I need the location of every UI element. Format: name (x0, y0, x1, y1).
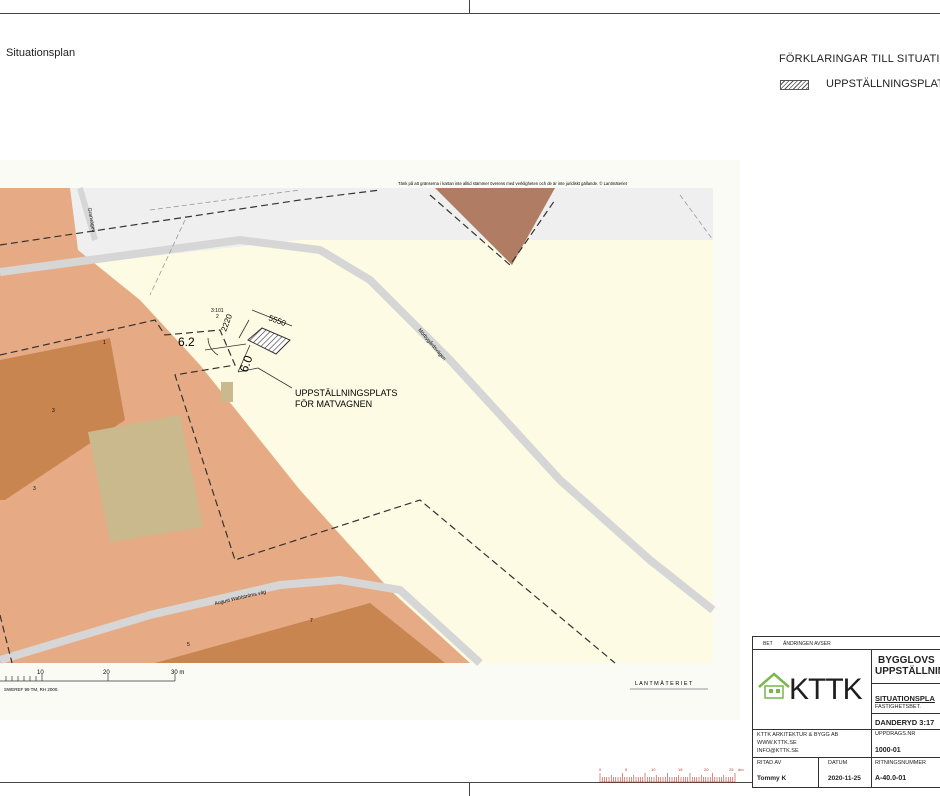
company-name: KTTK ARKITEKTUR & BYGG AB (757, 732, 839, 738)
company-info-cell: KTTK ARKITEKTUR & BYGG AB WWW.KTTK.SE IN… (753, 729, 872, 758)
bottom-row: RITAD AV Tommy K DATUM 2020-11-25 RITNIN… (753, 757, 940, 788)
scale-tick-10: 10 (37, 670, 44, 676)
ruler-label: 5 (625, 767, 628, 772)
company-email: INFO@KTTK.SE (757, 748, 799, 754)
ruler-label: 20 (704, 767, 709, 772)
house-icon (758, 672, 790, 699)
parcel-label: 1 (103, 340, 106, 346)
sheet-title: Situationsplan (6, 47, 76, 59)
scale-tick-20: 20 (103, 670, 110, 676)
drawing-name: SITUATIONSPLA (875, 694, 935, 703)
datum-label: DATUM (828, 760, 848, 766)
uppdrag-label: UPPDRAGS.NR (875, 731, 916, 737)
ritad-cell: RITAD AV Tommy K (753, 758, 819, 788)
project-cell: BYGGLOVS UPPSTÄLLNIN (871, 649, 940, 684)
ruler-label: 0 (599, 767, 602, 772)
ruler-label: 10 (651, 767, 656, 772)
legend-item-label: UPPSTÄLLNINGSPLATS (826, 78, 940, 90)
ruler-label: 25 (729, 767, 734, 772)
ritningsnr-cell: RITNINGSNUMMER A-40.0-01 (871, 758, 940, 788)
company-web: WWW.KTTK.SE (757, 740, 797, 746)
sheet-center-mark (469, 0, 470, 13)
uppdrag-value: 1000-01 (875, 747, 901, 754)
dim-dist-left: 6.2 (178, 335, 195, 349)
datum-value: 2020-11-25 (828, 775, 861, 782)
scale-bar: 10 20 30 m SWEREF 99 TM, RH 2000. (0, 670, 184, 692)
parcel-label: 7 (310, 618, 313, 624)
parcel-label: 5 (187, 642, 190, 648)
small-structure (221, 382, 233, 402)
ritningsnr-label: RITNINGSNUMMER (875, 760, 927, 766)
parcel-label: 3 (33, 486, 36, 492)
map-disclaimer: Tänk på att gränserna i kartan inte allt… (398, 181, 628, 186)
sheet-center-mark-bottom (469, 782, 470, 796)
annotation-line-1: UPPSTÄLLNINGSPLATS (295, 388, 397, 398)
legend-title: FÖRKLARINGAR TILL SITUATION (779, 53, 940, 65)
rev-andring: ÄNDRINGEN AVSER (783, 641, 831, 647)
rev-bet: BET (763, 641, 773, 647)
ruler-label: 15 (678, 767, 683, 772)
ritningsnr-value: A-40.0-01 (875, 775, 907, 782)
fastighet-label: FASTIGHETSBET. (875, 704, 921, 710)
uppdrag-cell: UPPDRAGS.NR 1000-01 (871, 729, 940, 757)
parcel-label: 3 (52, 408, 55, 414)
ruler-unit: dm (738, 767, 744, 772)
drawing-cell: SITUATIONSPLA FASTIGHETSBET. (871, 683, 940, 714)
project-line-2: UPPSTÄLLNIN (875, 666, 940, 677)
title-block: BET ÄNDRINGEN AVSER KTTK BYGGLOVS UPPSTÄ… (752, 636, 940, 788)
ritad-label: RITAD AV (757, 760, 782, 766)
fastighet-cell: DANDERYD 3:17 (871, 713, 940, 730)
project-line-1: BYGGLOVS (878, 655, 935, 666)
company-logo: KTTK (789, 673, 863, 706)
logo-cell: KTTK (753, 649, 872, 729)
fastighet-value: DANDERYD 3:17 (875, 718, 935, 727)
scale-tick-30: 30 m (171, 670, 184, 676)
scale-reference: SWEREF 99 TM, RH 2000. (4, 687, 59, 692)
map-provider: L A N T M Ä T E R I E T (635, 680, 693, 687)
datum-cell: DATUM 2020-11-25 (818, 758, 872, 788)
dm-ruler: 0 5 10 15 20 25 dm (598, 766, 748, 784)
sheet-frame-top (0, 13, 940, 14)
annotation-line-2: FÖR MATVAGNEN (295, 399, 372, 409)
legend-hatch-swatch (780, 80, 809, 90)
site-map[interactable]: 5550 2220 6.2 6.0 UPPSTÄLLNINGSPLATS FÖR… (0, 160, 740, 720)
site-map-svg: 5550 2220 6.2 6.0 UPPSTÄLLNINGSPLATS FÖR… (0, 181, 716, 692)
ritad-value: Tommy K (757, 775, 787, 782)
parcel-label: 2 (216, 314, 219, 320)
